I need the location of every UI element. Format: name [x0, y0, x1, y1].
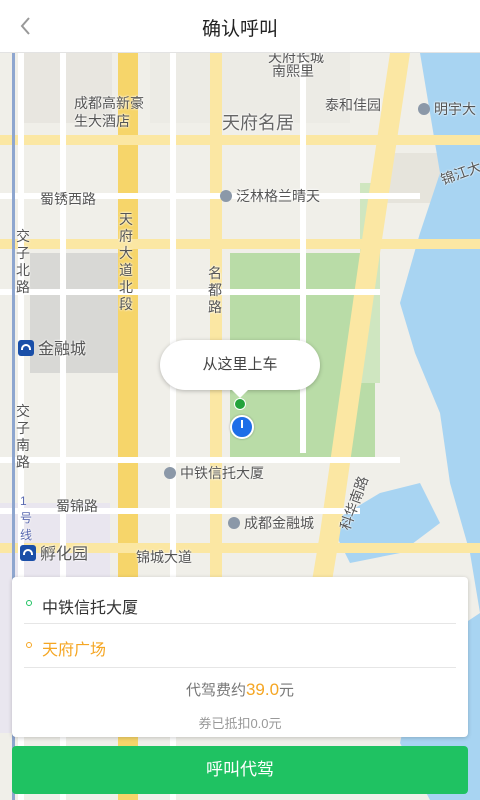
map-label-chengdu-jinrongcheng: 成都金融城 [228, 513, 314, 533]
fee-value: 39.0 [245, 680, 280, 699]
map-label-fuhuayuan-text: 孵化园 [40, 546, 89, 563]
map-label-mingyu: 明宇大 [418, 99, 476, 119]
metro-icon [20, 545, 36, 561]
map-label-tianfu-mingju: 天府名居 [222, 113, 294, 133]
origin-row[interactable]: 中铁信托大厦 [12, 583, 468, 625]
poi-icon [220, 190, 232, 202]
divider [24, 667, 456, 668]
metro-icon [18, 340, 34, 356]
fee-prefix: 代驾费约 [185, 682, 246, 699]
map-label-jinrongcheng-metro: 金融城 [18, 335, 86, 359]
map-label-jincheng-avenue: 锦城大道 [136, 549, 192, 565]
map-label-taihe-jiayuan: 泰和佳园 [325, 97, 381, 113]
divider [24, 623, 456, 624]
fee-unit: 元 [279, 682, 295, 699]
call-driver-button[interactable]: 呼叫代驾 [12, 746, 468, 794]
map-label-jinrongcheng-text: 金融城 [38, 341, 87, 358]
map-label-shujin-road: 蜀锦路 [56, 498, 98, 514]
pickup-pin-icon [234, 398, 246, 410]
map-label-shuxiu-road: 蜀锈西路 [40, 191, 96, 207]
map-label-zhongtie: 中铁信托大厦 [164, 463, 264, 483]
page-title: 确认呼叫 [201, 19, 278, 40]
map-label-jiaozi-south: 交子南路 [16, 403, 30, 470]
top-bar: 确认呼叫 [0, 0, 480, 53]
location-marker-icon [230, 415, 254, 439]
map-label-hotel-line2: 生大酒店 [74, 113, 130, 129]
map-label-fanlin-text: 泛林格兰晴天 [236, 188, 320, 204]
map-label-jiaozi-north: 交子北路 [16, 228, 30, 295]
destination-row[interactable]: 天府广场 [12, 625, 468, 667]
map-label-mingdu-road: 名都路 [208, 265, 222, 315]
coupon-text: 券已抵扣0.0元 [198, 716, 282, 731]
map-label-line1: 1号线 [20, 494, 33, 542]
map-label-zhongtie-text: 中铁信托大厦 [180, 465, 264, 481]
map-label-chengdu-jinrongcheng-text: 成都金融城 [244, 515, 314, 531]
poi-icon [228, 517, 240, 529]
map-label-mingyu-text: 明宇大 [434, 101, 476, 117]
map-label-hotel-line1: 成都高新豪 [74, 95, 144, 111]
map-label-nanxili: 南熙里 [272, 63, 314, 79]
poi-icon [164, 467, 176, 479]
map-label-tianfu-avenue: 天府大道北段 [119, 211, 133, 312]
map-label-fanlin: 泛林格兰晴天 [220, 186, 320, 206]
trip-card: 中铁信托大厦 天府广场 代驾费约39.0元 券已抵扣0.0元 [12, 577, 468, 737]
origin-text: 中铁信托大厦 [42, 600, 139, 617]
fee-estimate: 代驾费约39.0元 [12, 679, 468, 700]
destination-dot-icon [26, 642, 32, 648]
poi-icon [418, 103, 430, 115]
pickup-bubble[interactable]: 从这里上车 [160, 340, 320, 398]
origin-dot-icon [26, 600, 32, 606]
map-label-fuhuayuan-metro: 孵化园 [20, 540, 88, 564]
destination-text: 天府广场 [42, 642, 107, 659]
